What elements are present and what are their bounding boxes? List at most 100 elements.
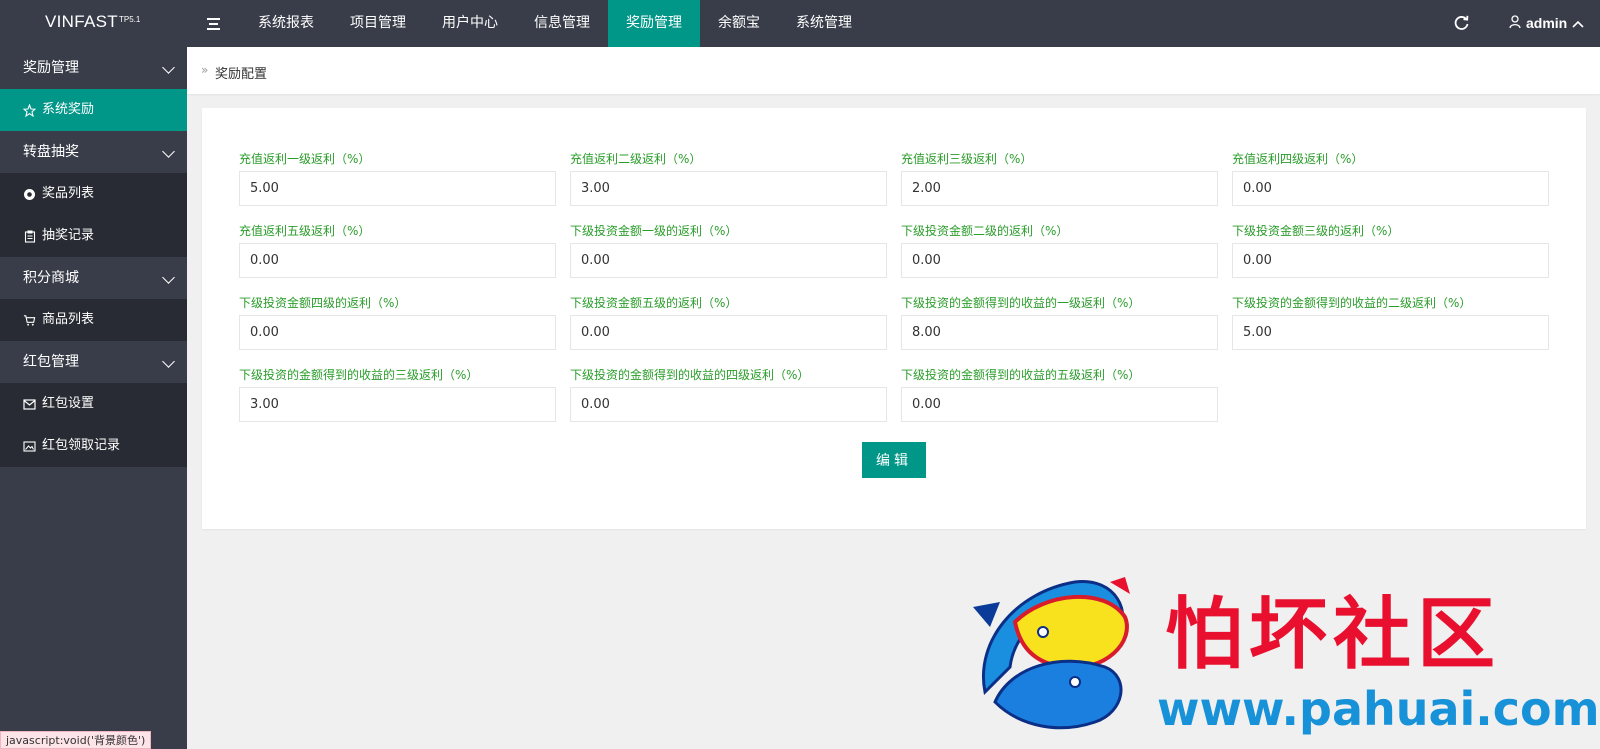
watermark: 怕坏社区 www.pahuai.com — [965, 572, 1600, 737]
sidebar: 奖励管理系统奖励转盘抽奖奖品列表抽奖记录积分商城商品列表红包管理红包设置红包领取… — [0, 47, 187, 749]
image-icon — [23, 440, 36, 453]
rate-input[interactable] — [901, 243, 1218, 278]
field-label: 充值返利三级返利（%） — [901, 152, 1033, 166]
form-field: 下级投资的金额得到的收益的五级返利（%） — [901, 366, 1218, 422]
field-label: 下级投资金额一级的返利（%） — [570, 224, 738, 238]
form-field: 下级投资金额四级的返利（%） — [239, 294, 556, 350]
sidebar-item[interactable]: 红包设置 — [0, 383, 187, 425]
sidebar-group[interactable]: 奖励管理 — [0, 47, 187, 89]
menu-toggle-icon[interactable] — [195, 0, 231, 47]
nav-item[interactable]: 奖励管理 — [608, 0, 700, 47]
form-field: 充值返利一级返利（%） — [239, 150, 556, 206]
sidebar-group[interactable]: 积分商城 — [0, 257, 187, 299]
rate-input[interactable] — [239, 171, 556, 206]
form-field: 下级投资的金额得到的收益的二级返利（%） — [1232, 294, 1549, 350]
sidebar-item[interactable]: 红包领取记录 — [0, 425, 187, 467]
rate-input[interactable] — [1232, 315, 1549, 350]
sidebar-group[interactable]: 转盘抽奖 — [0, 131, 187, 173]
sidebar-item-label: 抽奖记录 — [42, 228, 95, 243]
nav-item[interactable]: 项目管理 — [332, 0, 424, 47]
sidebar-item-label: 奖品列表 — [42, 186, 95, 201]
cart-icon — [23, 314, 36, 327]
rate-input[interactable] — [239, 243, 556, 278]
user-icon — [1509, 14, 1521, 32]
sidebar-item-label: 系统奖励 — [42, 102, 95, 117]
nav-item[interactable]: 用户中心 — [424, 0, 516, 47]
form-field: 充值返利二级返利（%） — [570, 150, 887, 206]
rate-input[interactable] — [570, 243, 887, 278]
rate-input[interactable] — [901, 171, 1218, 206]
rate-input[interactable] — [1232, 171, 1549, 206]
sidebar-group-label: 红包管理 — [23, 354, 79, 370]
lifebuoy-icon — [23, 188, 36, 201]
nav-item[interactable]: 系统管理 — [778, 0, 870, 47]
user-name: admin — [1526, 15, 1568, 31]
rate-input[interactable] — [239, 387, 556, 422]
logo: VINFAST TP5.1 — [0, 0, 187, 47]
clipboard-icon — [23, 230, 36, 243]
rate-input[interactable] — [570, 315, 887, 350]
rate-input[interactable] — [1232, 243, 1549, 278]
sidebar-group-label: 奖励管理 — [23, 60, 79, 76]
refresh-icon[interactable] — [1452, 13, 1472, 33]
field-label: 下级投资的金额得到的收益的五级返利（%） — [901, 368, 1141, 382]
field-label: 下级投资金额五级的返利（%） — [570, 296, 738, 310]
field-label: 下级投资的金额得到的收益的四级返利（%） — [570, 368, 810, 382]
sidebar-item[interactable]: 商品列表 — [0, 299, 187, 341]
form-field: 下级投资金额五级的返利（%） — [570, 294, 887, 350]
form-field: 下级投资的金额得到的收益的三级返利（%） — [239, 366, 556, 422]
reward-config-form: 编辑 充值返利一级返利（%） 充值返利二级返利（%） 充值返利三级返利（%） 充值返利… — [202, 108, 1586, 529]
sidebar-item[interactable]: 抽奖记录 — [0, 215, 187, 257]
form-field: 下级投资金额三级的返利（%） — [1232, 222, 1549, 278]
rate-input[interactable] — [901, 387, 1218, 422]
top-header: VINFAST TP5.1 系统报表 项目管理 用户中心 信息管理 奖励管理 余额宝 系统管… — [0, 0, 1600, 47]
watermark-title: 怕坏社区 — [1165, 589, 1502, 680]
rate-input[interactable] — [570, 387, 887, 422]
field-label: 下级投资的金额得到的收益的三级返利（%） — [239, 368, 479, 382]
field-label: 充值返利二级返利（%） — [570, 152, 702, 166]
rate-input[interactable] — [570, 171, 887, 206]
form-field: 充值返利四级返利（%） — [1232, 150, 1549, 206]
rate-input[interactable] — [901, 315, 1218, 350]
form-field: 充值返利三级返利（%） — [901, 150, 1218, 206]
form-field: 下级投资的金额得到的收益的一级返利（%） — [901, 294, 1218, 350]
breadcrumb: » 奖励配置 — [187, 47, 1600, 94]
field-label: 下级投资金额三级的返利（%） — [1232, 224, 1400, 238]
nav-item[interactable]: 余额宝 — [700, 0, 778, 47]
sidebar-group-label: 转盘抽奖 — [23, 144, 79, 160]
user-menu[interactable]: admin — [1509, 13, 1584, 33]
breadcrumb-current: 奖励配置 — [215, 67, 268, 82]
logo-name: VINFAST — [45, 12, 118, 31]
form-field: 下级投资金额一级的返利（%） — [570, 222, 887, 278]
chevron-down-icon — [162, 271, 175, 284]
rate-input[interactable] — [239, 315, 556, 350]
star-icon — [23, 103, 36, 117]
envelope-icon — [23, 398, 36, 411]
sidebar-group[interactable]: 红包管理 — [0, 341, 187, 383]
form-field: 下级投资金额二级的返利（%） — [901, 222, 1218, 278]
chevron-up-icon — [1572, 15, 1584, 31]
sidebar-group-label: 积分商城 — [23, 270, 79, 286]
field-label: 充值返利一级返利（%） — [239, 152, 371, 166]
nav-item[interactable]: 信息管理 — [516, 0, 608, 47]
field-label: 下级投资金额二级的返利（%） — [901, 224, 1069, 238]
sidebar-item-label: 红包领取记录 — [42, 438, 121, 453]
field-label: 充值返利四级返利（%） — [1232, 152, 1364, 166]
chevron-down-icon — [162, 355, 175, 368]
chevron-down-icon — [162, 145, 175, 158]
edit-button[interactable]: 编辑 — [862, 442, 926, 478]
field-label: 下级投资的金额得到的收益的一级返利（%） — [901, 296, 1141, 310]
sidebar-item[interactable]: 奖品列表 — [0, 173, 187, 215]
field-label: 下级投资的金额得到的收益的二级返利（%） — [1232, 296, 1472, 310]
sidebar-item-label: 红包设置 — [42, 396, 95, 411]
status-bar-tooltip: javascript:void('背景颜色') — [0, 731, 152, 749]
field-label: 充值返利五级返利（%） — [239, 224, 371, 238]
nav-item[interactable]: 系统报表 — [240, 0, 332, 47]
field-label: 下级投资金额四级的返利（%） — [239, 296, 407, 310]
double-chevron-right-icon: » — [201, 63, 209, 77]
fish-logo-icon — [973, 577, 1130, 730]
watermark-url: www.pahuai.com — [1157, 682, 1600, 736]
chevron-down-icon — [162, 61, 175, 74]
form-field: 充值返利五级返利（%） — [239, 222, 556, 278]
sidebar-item[interactable]: 系统奖励 — [0, 89, 187, 131]
